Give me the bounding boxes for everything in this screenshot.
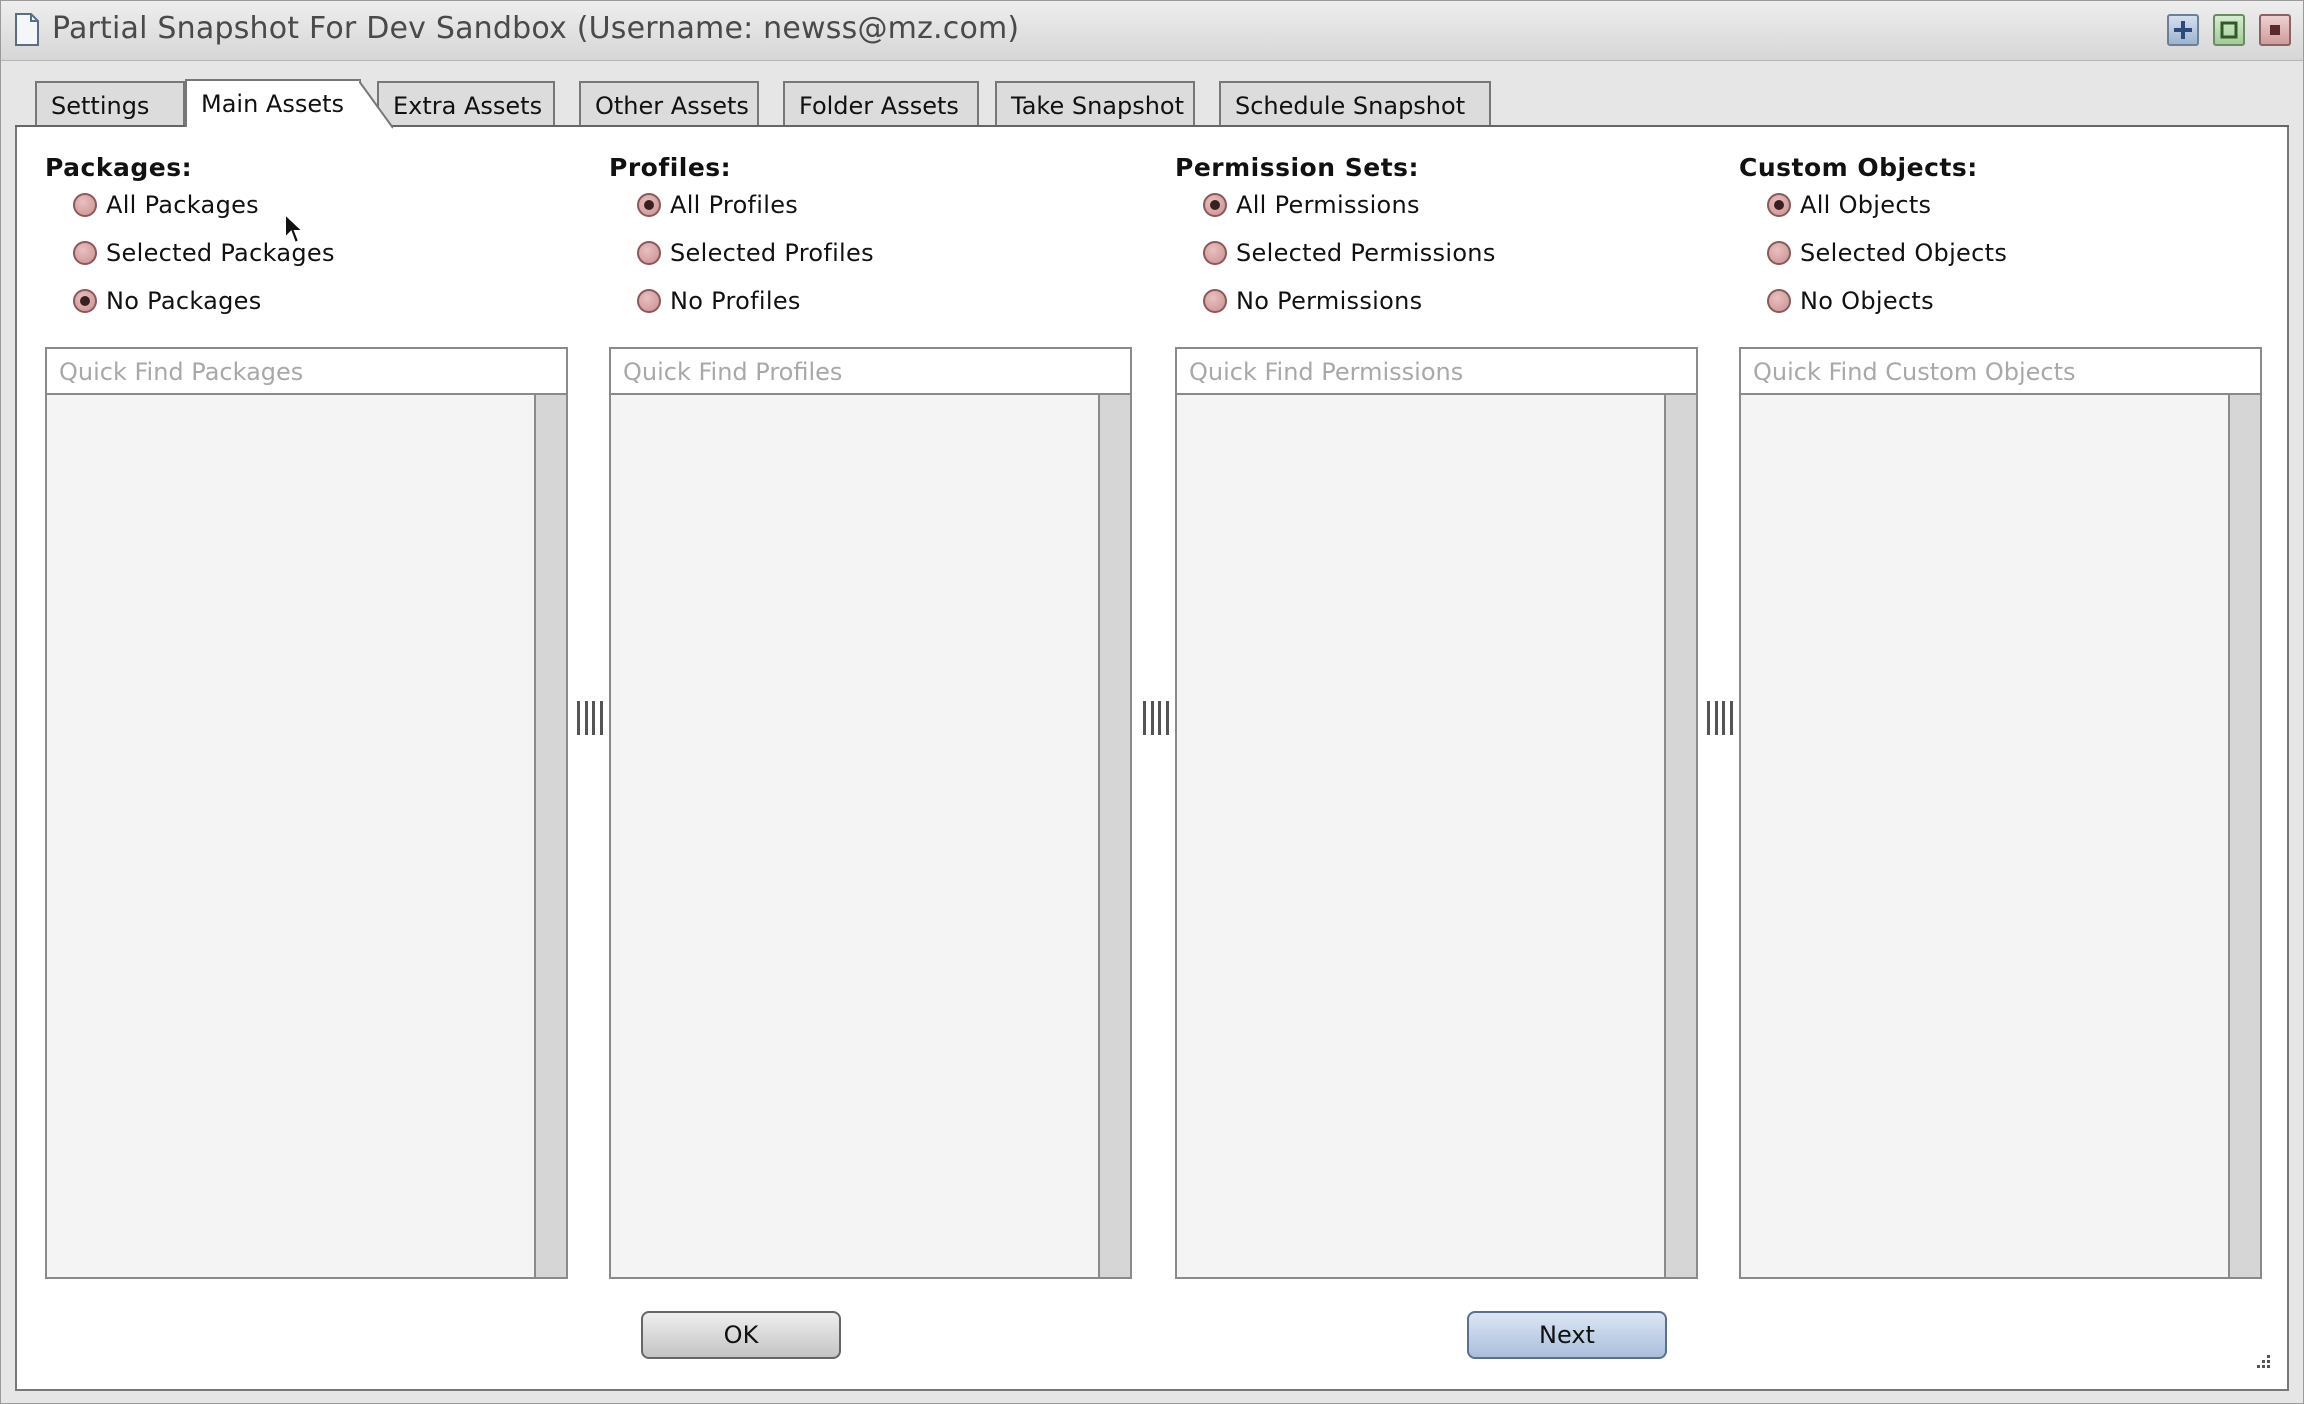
maximize-icon xyxy=(2220,21,2238,39)
close-button[interactable] xyxy=(2259,14,2291,46)
radio-all-objects[interactable]: All Objects xyxy=(1767,189,1931,221)
radio-selected-profiles[interactable]: Selected Profiles xyxy=(637,237,874,269)
radio-all-packages[interactable]: All Packages xyxy=(73,189,259,221)
profiles-list[interactable] xyxy=(609,393,1132,1279)
radio-button[interactable] xyxy=(1203,241,1227,265)
radio-selected-permissions[interactable]: Selected Permissions xyxy=(1203,237,1496,269)
tab-label: Take Snapshot xyxy=(1011,92,1185,120)
tab-label: Main Assets xyxy=(201,90,345,118)
panel-title: Packages: xyxy=(45,153,193,182)
tab-label: Schedule Snapshot xyxy=(1235,92,1466,120)
column-splitter-handle[interactable] xyxy=(1143,701,1169,735)
radio-all-profiles[interactable]: All Profiles xyxy=(637,189,798,221)
radio-label: All Objects xyxy=(1800,191,1932,219)
radio-button[interactable] xyxy=(1767,289,1791,313)
radio-no-packages[interactable]: No Packages xyxy=(73,285,262,317)
radio-button[interactable] xyxy=(637,241,661,265)
next-button[interactable]: Next xyxy=(1467,1311,1667,1359)
radio-button[interactable] xyxy=(73,289,97,313)
snapshot-window: Partial Snapshot For Dev Sandbox (Userna… xyxy=(0,0,2304,1404)
radio-selected-objects[interactable]: Selected Objects xyxy=(1767,237,2007,269)
close-icon xyxy=(2270,25,2280,35)
radio-label: Selected Profiles xyxy=(670,239,874,267)
radio-button[interactable] xyxy=(73,241,97,265)
mouse-cursor-icon xyxy=(284,212,305,245)
radio-label: No Profiles xyxy=(670,287,801,315)
active-tab-gap xyxy=(187,125,361,128)
tab-label: Extra Assets xyxy=(393,92,543,120)
radio-button[interactable] xyxy=(637,289,661,313)
tab-label: Settings xyxy=(51,92,150,120)
title-bar[interactable]: Partial Snapshot For Dev Sandbox (Userna… xyxy=(1,1,2303,61)
radio-label: All Profiles xyxy=(670,191,799,219)
radio-label: Selected Permissions xyxy=(1236,239,1496,267)
vertical-scrollbar[interactable] xyxy=(2228,395,2260,1277)
column-splitter-handle[interactable] xyxy=(1707,701,1733,735)
quick-find-custom-objects-input[interactable]: Quick Find Custom Objects xyxy=(1739,347,2262,395)
vertical-scrollbar[interactable] xyxy=(534,395,566,1277)
panel-title: Custom Objects: xyxy=(1739,153,1978,182)
tab-schedule-snapshot[interactable]: Schedule Snapshot xyxy=(1219,81,1491,125)
custom-objects-list[interactable] xyxy=(1739,393,2262,1279)
radio-no-permissions[interactable]: No Permissions xyxy=(1203,285,1422,317)
main-assets-panel: Packages: All Packages Selected Packages… xyxy=(15,127,2289,1391)
permission-sets-panel: Permission Sets: All Permissions Selecte… xyxy=(1175,127,1700,1287)
tab-main-assets[interactable]: Main Assets xyxy=(185,79,393,129)
plus-icon xyxy=(2174,21,2192,39)
radio-no-objects[interactable]: No Objects xyxy=(1767,285,1934,317)
tab-edge xyxy=(359,80,393,129)
add-window-button[interactable] xyxy=(2167,14,2199,46)
panel-title: Profiles: xyxy=(609,153,732,182)
tab-folder-assets[interactable]: Folder Assets xyxy=(783,81,979,125)
quick-find-permissions-input[interactable]: Quick Find Permissions xyxy=(1175,347,1698,395)
radio-all-permissions[interactable]: All Permissions xyxy=(1203,189,1420,221)
permissions-list[interactable] xyxy=(1175,393,1698,1279)
window-title: Partial Snapshot For Dev Sandbox (Userna… xyxy=(52,11,1020,46)
radio-no-profiles[interactable]: No Profiles xyxy=(637,285,801,317)
document-icon xyxy=(15,13,39,46)
radio-button[interactable] xyxy=(1767,193,1791,217)
panel-title: Permission Sets: xyxy=(1175,153,1420,182)
tab-extra-assets[interactable]: Extra Assets xyxy=(377,81,555,125)
radio-label: Selected Objects xyxy=(1800,239,2008,267)
quick-find-profiles-input[interactable]: Quick Find Profiles xyxy=(609,347,1132,395)
radio-button[interactable] xyxy=(637,193,661,217)
tab-take-snapshot[interactable]: Take Snapshot xyxy=(995,81,1195,125)
ok-button[interactable]: OK xyxy=(641,1311,841,1359)
tab-label: Other Assets xyxy=(595,92,749,120)
packages-panel: Packages: All Packages Selected Packages… xyxy=(45,127,570,1287)
radio-label: No Objects xyxy=(1800,287,1934,315)
packages-list[interactable] xyxy=(45,393,568,1279)
radio-button[interactable] xyxy=(1767,241,1791,265)
profiles-panel: Profiles: All Profiles Selected Profiles… xyxy=(609,127,1134,1287)
vertical-scrollbar[interactable] xyxy=(1664,395,1696,1277)
radio-label: No Permissions xyxy=(1236,287,1423,315)
tab-settings[interactable]: Settings xyxy=(35,81,185,125)
resize-grip-icon[interactable] xyxy=(2253,1353,2271,1371)
tab-other-assets[interactable]: Other Assets xyxy=(579,81,759,125)
radio-button[interactable] xyxy=(73,193,97,217)
tab-label: Folder Assets xyxy=(799,92,959,120)
column-splitter-handle[interactable] xyxy=(577,701,603,735)
radio-label: All Permissions xyxy=(1236,191,1420,219)
vertical-scrollbar[interactable] xyxy=(1098,395,1130,1277)
tab-strip: Settings Main Assets Extra Assets Other … xyxy=(15,79,2289,129)
radio-button[interactable] xyxy=(1203,289,1227,313)
maximize-button[interactable] xyxy=(2213,14,2245,46)
radio-label: All Packages xyxy=(106,191,259,219)
custom-objects-panel: Custom Objects: All Objects Selected Obj… xyxy=(1739,127,2264,1287)
radio-label: No Packages xyxy=(106,287,262,315)
radio-button[interactable] xyxy=(1203,193,1227,217)
quick-find-packages-input[interactable]: Quick Find Packages xyxy=(45,347,568,395)
